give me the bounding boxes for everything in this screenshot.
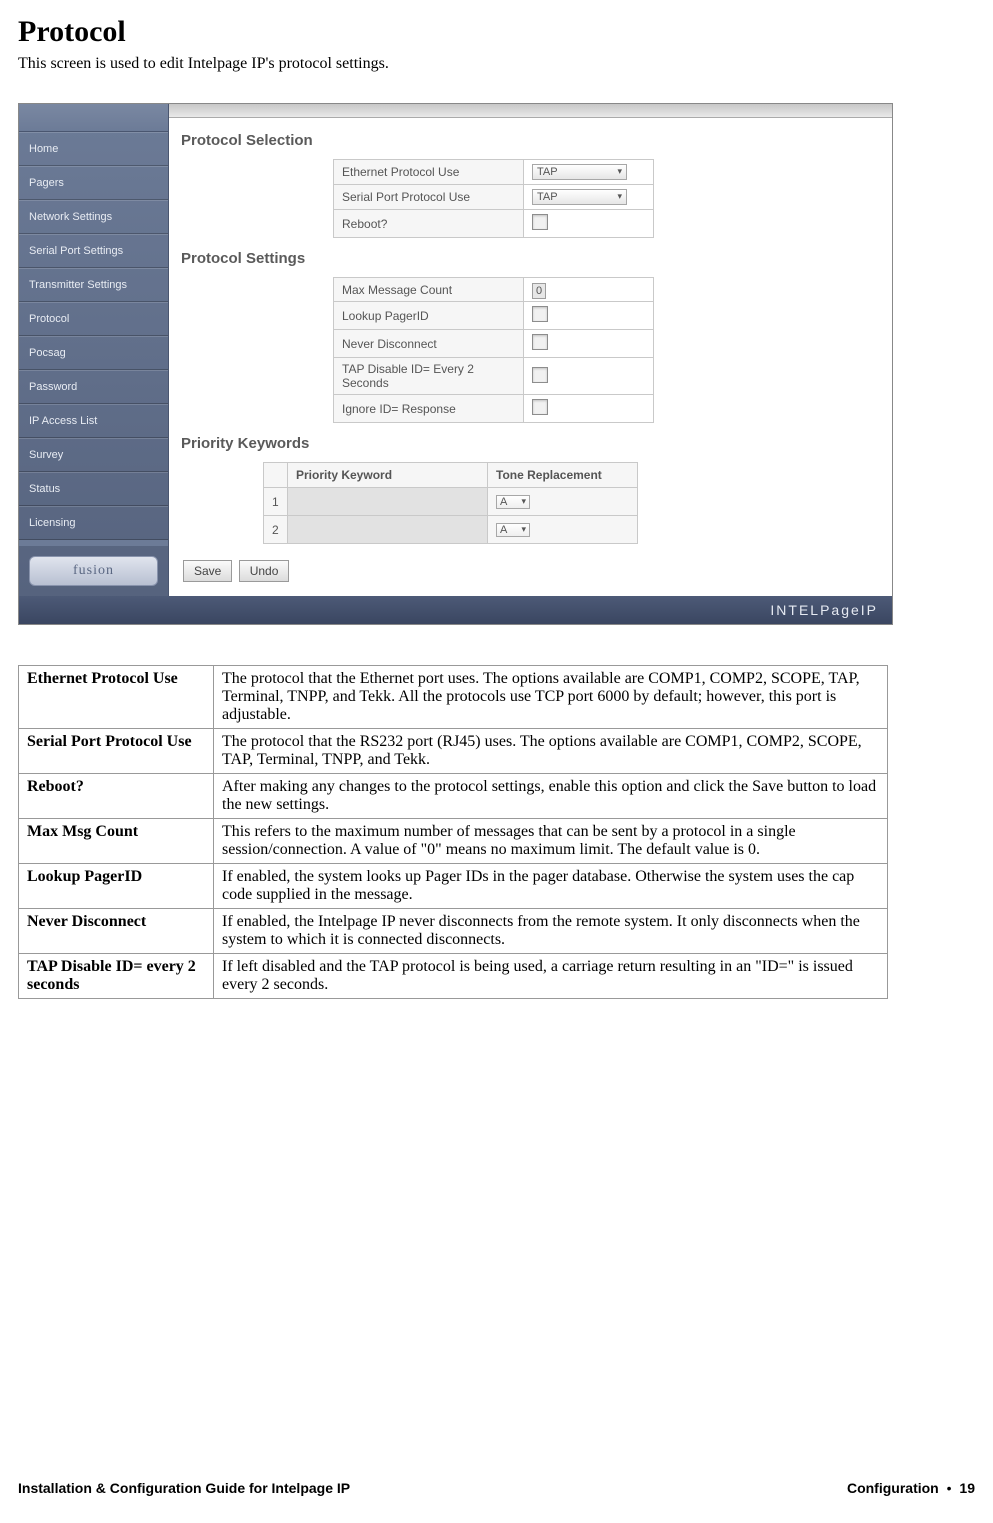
tap-disable-id-label: TAP Disable ID= Every 2 Seconds: [334, 358, 524, 395]
sidebar-item-licensing[interactable]: Licensing: [19, 506, 168, 540]
max-message-count-input[interactable]: 0: [532, 283, 546, 299]
config-ui-panel: Home Pagers Network Settings Serial Port…: [18, 103, 893, 625]
save-button[interactable]: Save: [183, 560, 232, 582]
fusion-logo: fusion: [29, 556, 158, 586]
section-protocol-selection-title: Protocol Selection: [181, 132, 878, 149]
pkw-row1-keyword-input[interactable]: [296, 493, 479, 507]
description-table: Ethernet Protocol UseThe protocol that t…: [18, 665, 888, 999]
ethernet-protocol-use-label: Ethernet Protocol Use: [334, 160, 524, 185]
ignore-id-checkbox[interactable]: [532, 399, 548, 415]
sidebar-item-survey[interactable]: Survey: [19, 438, 168, 472]
reboot-label: Reboot?: [334, 210, 524, 238]
desc-val-0: The protocol that the Ethernet port uses…: [214, 666, 888, 729]
desc-key-3: Max Msg Count: [19, 819, 214, 864]
reboot-checkbox[interactable]: [532, 214, 548, 230]
sidebar-item-password[interactable]: Password: [19, 370, 168, 404]
priority-keywords-table: Priority Keyword Tone Replacement 1 A 2 …: [263, 462, 638, 544]
desc-key-1: Serial Port Protocol Use: [19, 729, 214, 774]
footer-left: Installation & Configuration Guide for I…: [18, 1480, 350, 1496]
pkw-row2-num: 2: [264, 516, 288, 544]
pkw-row2-tone-select[interactable]: A: [496, 523, 530, 537]
pkw-tone-header: Tone Replacement: [488, 463, 638, 488]
sidebar-item-status[interactable]: Status: [19, 472, 168, 506]
desc-val-1: The protocol that the RS232 port (RJ45) …: [214, 729, 888, 774]
sidebar-item-serial-port-settings[interactable]: Serial Port Settings: [19, 234, 168, 268]
section-protocol-settings-title: Protocol Settings: [181, 250, 878, 267]
desc-val-2: After making any changes to the protocol…: [214, 774, 888, 819]
lookup-pagerid-checkbox[interactable]: [532, 306, 548, 322]
ethernet-protocol-use-select[interactable]: TAP: [532, 164, 627, 180]
pkw-row2-keyword-input[interactable]: [296, 521, 479, 535]
protocol-selection-grid: Ethernet Protocol Use TAP Serial Port Pr…: [333, 159, 654, 238]
tap-disable-id-checkbox[interactable]: [532, 367, 548, 383]
desc-key-6: TAP Disable ID= every 2 seconds: [19, 954, 214, 999]
desc-val-5: If enabled, the Intelpage IP never disco…: [214, 909, 888, 954]
sidebar-item-ip-access-list[interactable]: IP Access List: [19, 404, 168, 438]
desc-key-5: Never Disconnect: [19, 909, 214, 954]
sidebar-item-protocol[interactable]: Protocol: [19, 302, 168, 336]
desc-key-4: Lookup PagerID: [19, 864, 214, 909]
pkw-num-header: [264, 463, 288, 488]
sidebar-item-pocsag[interactable]: Pocsag: [19, 336, 168, 370]
main-pane: Protocol Selection Ethernet Protocol Use…: [169, 104, 892, 596]
pkw-keyword-header: Priority Keyword: [288, 463, 488, 488]
sidebar-item-pagers[interactable]: Pagers: [19, 166, 168, 200]
desc-val-3: This refers to the maximum number of mes…: [214, 819, 888, 864]
protocol-settings-grid: Max Message Count 0 Lookup PagerID Never…: [333, 277, 654, 423]
never-disconnect-label: Never Disconnect: [334, 330, 524, 358]
section-priority-keywords-title: Priority Keywords: [181, 435, 878, 452]
sidebar-item-transmitter-settings[interactable]: Transmitter Settings: [19, 268, 168, 302]
sidebar-item-network-settings[interactable]: Network Settings: [19, 200, 168, 234]
page-footer: Installation & Configuration Guide for I…: [0, 1480, 993, 1496]
desc-key-0: Ethernet Protocol Use: [19, 666, 214, 729]
footer-right: Configuration • 19: [847, 1480, 975, 1496]
brand-bar: INTELPageIP: [19, 596, 892, 624]
pkw-row1-tone-select[interactable]: A: [496, 495, 530, 509]
serial-port-protocol-use-label: Serial Port Protocol Use: [334, 185, 524, 210]
sidebar-header-spacer: [19, 104, 168, 132]
page-heading: Protocol: [18, 15, 975, 49]
pkw-row1-num: 1: [264, 488, 288, 516]
desc-val-4: If enabled, the system looks up Pager ID…: [214, 864, 888, 909]
ignore-id-label: Ignore ID= Response: [334, 395, 524, 423]
sidebar: Home Pagers Network Settings Serial Port…: [19, 104, 169, 596]
lookup-pagerid-label: Lookup PagerID: [334, 302, 524, 330]
sidebar-item-home[interactable]: Home: [19, 132, 168, 166]
serial-port-protocol-use-select[interactable]: TAP: [532, 189, 627, 205]
desc-key-2: Reboot?: [19, 774, 214, 819]
undo-button[interactable]: Undo: [239, 560, 290, 582]
never-disconnect-checkbox[interactable]: [532, 334, 548, 350]
desc-val-6: If left disabled and the TAP protocol is…: [214, 954, 888, 999]
page-intro: This screen is used to edit Intelpage IP…: [18, 55, 975, 73]
max-message-count-label: Max Message Count: [334, 278, 524, 302]
